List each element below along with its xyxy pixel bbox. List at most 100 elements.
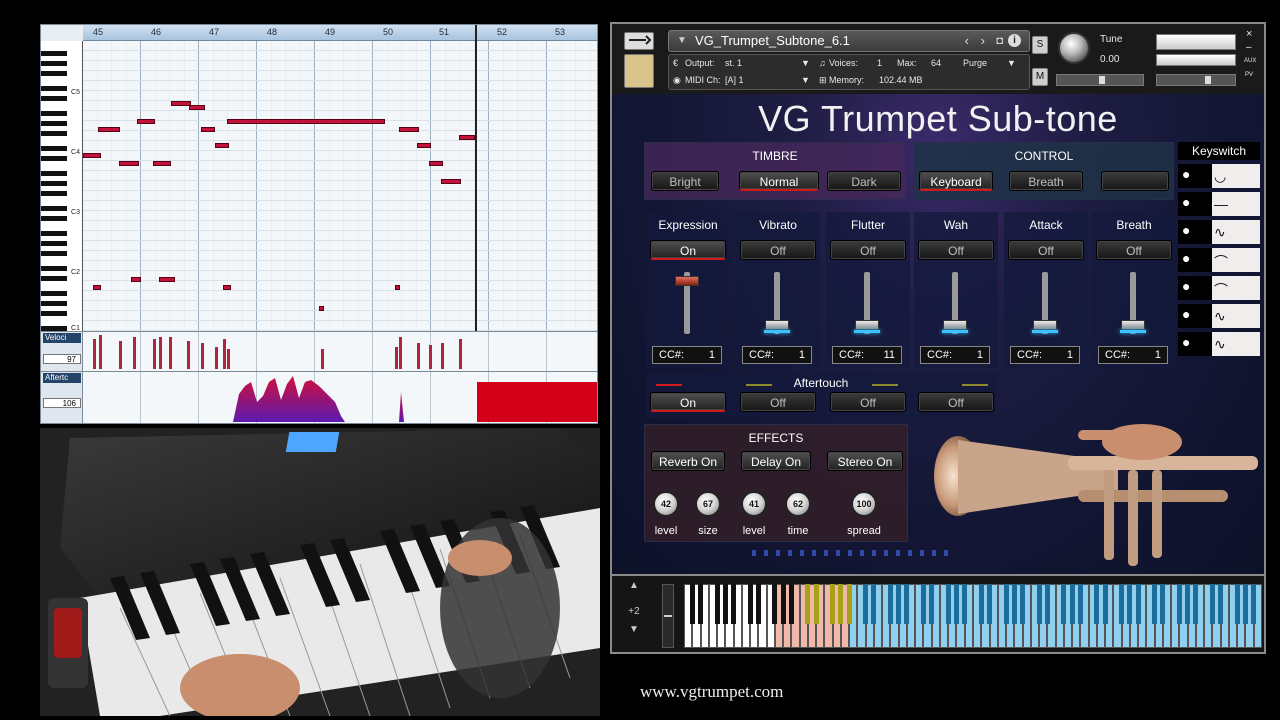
black-key[interactable] — [1185, 584, 1191, 624]
keyswitch-item[interactable]: ● ◡ — [1178, 164, 1260, 188]
midi-channel-select[interactable]: [A] 1 — [725, 75, 744, 85]
black-key[interactable] — [920, 584, 926, 624]
velocity-bar[interactable] — [133, 337, 136, 369]
keyswitch-item[interactable]: ● ⌒ — [1178, 248, 1260, 272]
cc-number[interactable]: 1 — [1155, 347, 1161, 363]
black-key[interactable] — [41, 86, 67, 91]
black-key[interactable] — [41, 311, 67, 316]
black-key[interactable] — [772, 584, 778, 624]
keyswitch-item[interactable]: ● ∿ — [1178, 332, 1260, 356]
midi-note[interactable] — [119, 161, 139, 166]
black-key[interactable] — [41, 156, 67, 161]
black-key[interactable] — [1234, 584, 1240, 624]
breath-toggle[interactable]: Off — [1096, 240, 1172, 260]
expression-toggle[interactable]: On — [650, 240, 726, 260]
velocity-bar[interactable] — [417, 343, 420, 369]
tune-knob[interactable] — [1058, 32, 1090, 64]
keyswitch-item[interactable]: ● ⌒ — [1178, 276, 1260, 300]
black-key[interactable] — [871, 584, 877, 624]
cc-box[interactable]: CC#: 11 — [832, 346, 902, 364]
cc-number[interactable]: 1 — [799, 347, 805, 363]
black-key[interactable] — [41, 171, 67, 176]
dropdown-icon[interactable]: ▼ — [1007, 58, 1016, 68]
octave-up-icon[interactable]: ▲ — [620, 580, 648, 591]
velocity-grid[interactable] — [83, 332, 597, 371]
velocity-value[interactable]: 97 — [43, 354, 81, 364]
prev-arrow-icon[interactable]: ‹ — [965, 31, 969, 51]
velocity-bar[interactable] — [159, 337, 162, 369]
timbre-normal-button[interactable]: Normal — [739, 171, 819, 191]
black-key[interactable] — [1119, 584, 1125, 624]
black-key[interactable] — [953, 584, 959, 624]
black-key[interactable] — [41, 291, 67, 296]
black-key[interactable] — [945, 584, 951, 624]
delay-level-knob[interactable]: 41 — [741, 491, 767, 517]
black-key[interactable] — [722, 584, 728, 624]
midi-note[interactable] — [153, 161, 171, 166]
black-key[interactable] — [805, 584, 811, 624]
midi-note[interactable] — [441, 179, 461, 184]
black-key[interactable] — [747, 584, 753, 624]
black-key[interactable] — [813, 584, 819, 624]
aftertouch-flutter-toggle[interactable]: Off — [830, 392, 906, 412]
attack-fader-handle[interactable] — [1033, 320, 1057, 330]
black-key[interactable] — [41, 206, 67, 211]
velocity-bar[interactable] — [93, 339, 96, 369]
solo-button[interactable]: S — [1032, 36, 1048, 54]
next-arrow-icon[interactable]: › — [981, 31, 985, 51]
velocity-bar[interactable] — [201, 343, 204, 369]
black-key[interactable] — [788, 584, 794, 624]
velocity-bar[interactable] — [119, 341, 122, 369]
flutter-fader-handle[interactable] — [855, 320, 879, 330]
black-key[interactable] — [1102, 584, 1108, 624]
black-key[interactable] — [830, 584, 836, 624]
midi-note[interactable] — [395, 285, 400, 290]
velocity-bar[interactable] — [227, 349, 230, 369]
black-key[interactable] — [1152, 584, 1158, 624]
midi-note[interactable] — [459, 135, 475, 140]
velocity-bar[interactable] — [187, 341, 190, 369]
velocity-bar[interactable] — [459, 339, 462, 369]
midi-note[interactable] — [83, 153, 101, 158]
aftertouch-value[interactable]: 106 — [43, 398, 81, 408]
black-key[interactable] — [1036, 584, 1042, 624]
pitch-wheel[interactable] — [662, 584, 674, 648]
black-key[interactable] — [1160, 584, 1166, 624]
midi-note[interactable] — [319, 306, 324, 311]
vibrato-toggle[interactable]: Off — [740, 240, 816, 260]
piano-keys[interactable]: C5 C4 C3 C2 C1 — [41, 41, 83, 341]
midi-note[interactable] — [223, 285, 231, 290]
velocity-bar[interactable] — [399, 337, 402, 369]
midi-note[interactable] — [189, 105, 205, 110]
reverb-level-knob[interactable]: 42 — [653, 491, 679, 517]
velocity-bar[interactable] — [321, 349, 324, 369]
black-key[interactable] — [863, 584, 869, 624]
dropdown-icon[interactable]: ▼ — [801, 75, 810, 85]
keyswitch-item[interactable]: ● — — [1178, 192, 1260, 216]
cc-number[interactable]: 1 — [977, 347, 983, 363]
collapse-icon[interactable]: ▼ — [677, 31, 687, 51]
aftertouch-wah-toggle[interactable]: Off — [918, 392, 994, 412]
output-select[interactable]: st. 1 — [725, 58, 742, 68]
control-extra-button[interactable] — [1101, 171, 1169, 191]
black-key[interactable] — [962, 584, 968, 624]
wah-fader-handle[interactable] — [943, 320, 967, 330]
black-key[interactable] — [929, 584, 935, 624]
black-key[interactable] — [838, 584, 844, 624]
black-key[interactable] — [1193, 584, 1199, 624]
info-icon[interactable]: i — [1008, 34, 1021, 47]
pan-slider[interactable] — [1056, 74, 1144, 86]
volume-handle[interactable] — [1205, 76, 1211, 84]
cc-box[interactable]: CC#: 1 — [652, 346, 722, 364]
black-key[interactable] — [41, 61, 67, 66]
midi-note[interactable] — [215, 143, 229, 148]
black-key[interactable] — [755, 584, 761, 624]
mute-button[interactable]: M — [1032, 68, 1048, 86]
cc-box[interactable]: CC#: 1 — [920, 346, 990, 364]
black-key[interactable] — [41, 111, 67, 116]
velocity-bar[interactable] — [169, 337, 172, 369]
black-key[interactable] — [41, 231, 67, 236]
vibrato-fader-handle[interactable] — [765, 320, 789, 330]
timbre-bright-button[interactable]: Bright — [651, 171, 719, 191]
black-key[interactable] — [1242, 584, 1248, 624]
